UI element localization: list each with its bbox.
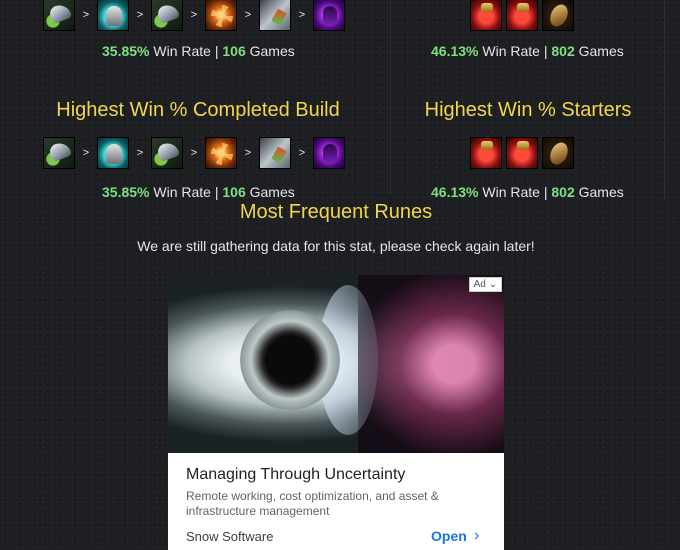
blade-icon[interactable] bbox=[259, 137, 291, 169]
win-rate-label: Win Rate | bbox=[482, 43, 548, 59]
win-rate-label: Win Rate | bbox=[482, 184, 548, 200]
top-starters-row bbox=[470, 0, 574, 31]
ad-image[interactable] bbox=[168, 275, 504, 453]
potion-icon[interactable] bbox=[470, 0, 502, 31]
potion-icon[interactable] bbox=[470, 137, 502, 169]
win-rate-value: 35.85% bbox=[102, 43, 150, 59]
games-label: Games bbox=[249, 184, 295, 200]
win-rate-value: 46.13% bbox=[431, 43, 479, 59]
separator: > bbox=[82, 9, 90, 21]
games-label: Games bbox=[578, 43, 624, 59]
separator: > bbox=[298, 147, 306, 159]
void-icon[interactable] bbox=[313, 0, 345, 31]
chevron-right-icon[interactable]: › bbox=[474, 527, 479, 545]
games-value: 106 bbox=[222, 184, 246, 200]
separator: > bbox=[190, 147, 198, 159]
games-value: 802 bbox=[551, 43, 575, 59]
separator: > bbox=[244, 9, 252, 21]
starters-row bbox=[470, 137, 574, 169]
separator: > bbox=[136, 9, 144, 21]
completed-build-stat: 35.85% Win Rate | 106 Games bbox=[102, 184, 295, 200]
completed-build-row: > > > > > bbox=[43, 137, 345, 169]
starters-stat: 46.13% Win Rate | 802 Games bbox=[431, 184, 624, 200]
starters-title: Highest Win % Starters bbox=[424, 99, 632, 121]
win-rate-label: Win Rate | bbox=[153, 184, 219, 200]
blade-icon[interactable] bbox=[259, 0, 291, 31]
top-right-stat: 46.13% Win Rate | 802 Games bbox=[431, 43, 624, 59]
helm-icon[interactable] bbox=[97, 0, 129, 31]
shield-icon[interactable] bbox=[542, 137, 574, 169]
separator: > bbox=[244, 147, 252, 159]
boots-icon[interactable] bbox=[151, 137, 183, 169]
games-label: Games bbox=[578, 184, 624, 200]
completed-build-title: Highest Win % Completed Build bbox=[56, 99, 340, 121]
sun-icon[interactable] bbox=[205, 137, 237, 169]
win-rate-value: 35.85% bbox=[102, 184, 150, 200]
chevron-down-icon: ⌄ bbox=[488, 279, 497, 290]
column-divider bbox=[390, 0, 391, 195]
games-label: Games bbox=[249, 43, 295, 59]
separator: > bbox=[298, 9, 306, 21]
ad-open-button[interactable]: Open bbox=[431, 528, 467, 544]
ad-badge-label: Ad bbox=[473, 279, 486, 290]
sun-icon[interactable] bbox=[205, 0, 237, 31]
void-icon[interactable] bbox=[313, 137, 345, 169]
ad-brand[interactable]: Snow Software bbox=[186, 529, 273, 544]
ad-badge[interactable]: Ad ⌄ bbox=[468, 277, 502, 292]
top-left-stat: 35.85% Win Rate | 106 Games bbox=[102, 43, 295, 59]
advertisement[interactable]: Ad ⌄ Managing Through Uncertainty Remote… bbox=[168, 275, 504, 550]
boots-icon[interactable] bbox=[43, 0, 75, 31]
separator: > bbox=[82, 147, 90, 159]
ad-title[interactable]: Managing Through Uncertainty bbox=[186, 466, 405, 484]
shield-icon[interactable] bbox=[542, 0, 574, 31]
column-divider-right bbox=[664, 0, 665, 200]
separator: > bbox=[190, 9, 198, 21]
games-value: 106 bbox=[222, 43, 246, 59]
separator: > bbox=[136, 147, 144, 159]
win-rate-value: 46.13% bbox=[431, 184, 479, 200]
potion-icon[interactable] bbox=[506, 137, 538, 169]
top-build-row: > > > > > bbox=[43, 0, 345, 31]
helm-icon[interactable] bbox=[97, 137, 129, 169]
ad-description: Remote working, cost optimization, and a… bbox=[186, 489, 439, 518]
boots-icon[interactable] bbox=[151, 0, 183, 31]
runes-message: We are still gathering data for this sta… bbox=[137, 238, 535, 254]
runes-title: Most Frequent Runes bbox=[239, 201, 433, 223]
win-rate-label: Win Rate | bbox=[153, 43, 219, 59]
games-value: 802 bbox=[551, 184, 575, 200]
boots-icon[interactable] bbox=[43, 137, 75, 169]
potion-icon[interactable] bbox=[506, 0, 538, 31]
